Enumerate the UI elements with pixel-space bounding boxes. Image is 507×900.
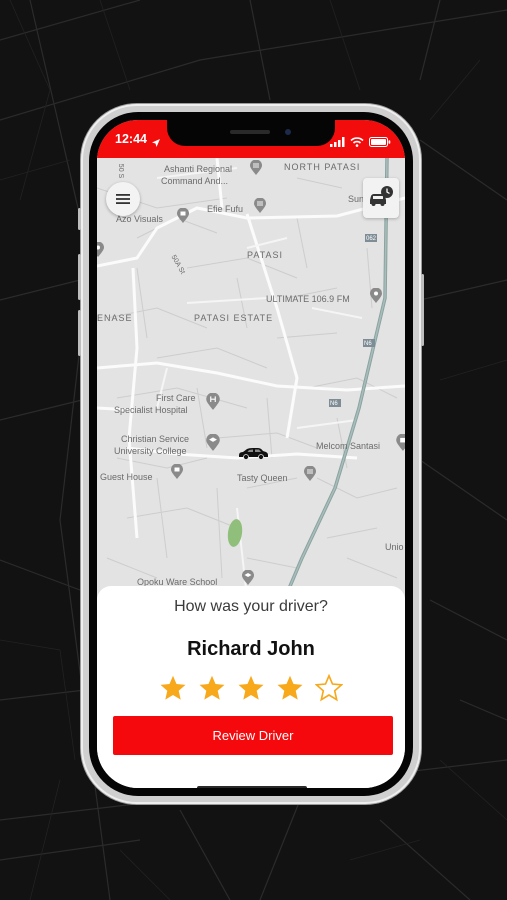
- restaurant-pin-icon: [249, 159, 263, 180]
- shop-pin-icon: [176, 207, 190, 228]
- map-roads: [97, 158, 405, 598]
- map-label-university-college: University College: [114, 446, 187, 456]
- location-pin-icon: [97, 241, 105, 262]
- map-label-first-care: First Care: [156, 393, 196, 403]
- map-view[interactable]: NORTH PATASI Ashanti Regional Command An…: [97, 158, 405, 598]
- school-pin-icon: [205, 433, 221, 456]
- location-arrow-icon: [151, 133, 161, 152]
- map-label-road-n6a: N6: [330, 401, 338, 407]
- map-label-tasty-queen: Tasty Queen: [237, 473, 288, 483]
- car-clock-icon: [368, 185, 394, 211]
- side-button-left-3: [78, 310, 81, 356]
- star-filled-icon[interactable]: [237, 674, 265, 702]
- status-time: 12:44: [115, 132, 147, 146]
- map-label-patasi-estate: PATASI ESTATE: [194, 313, 274, 323]
- hamburger-icon: [115, 190, 131, 209]
- star-empty-icon[interactable]: [315, 674, 343, 702]
- map-label-sun: Sun: [348, 194, 365, 204]
- map-label-command-and: Command And...: [161, 176, 229, 186]
- star-rating[interactable]: [97, 674, 405, 702]
- map-label-melcom: Melcom Santasi: [316, 441, 381, 451]
- side-button-left-1: [78, 208, 81, 230]
- driver-car-icon: [237, 445, 269, 464]
- hospital-pin-icon: [205, 392, 221, 415]
- wifi-icon: [350, 132, 364, 151]
- map-label-road-n6b: N6: [364, 341, 372, 347]
- map-label-denase: ENASE: [97, 313, 133, 323]
- phone-screen: 12:44 NORTH PATASI Ashanti Regional Comm…: [97, 120, 405, 788]
- phone-frame: 12:44 NORTH PATASI Ashanti Regional Comm…: [78, 104, 424, 804]
- map-label-guest-house: Guest House: [100, 472, 153, 482]
- location-pin-icon: [369, 287, 383, 308]
- map-label-ultimate-fm: ULTIMATE 106.9 FM: [266, 294, 350, 304]
- map-label-christian-service: Christian Service: [121, 434, 190, 444]
- shop-pin-icon: [395, 433, 405, 456]
- map-label-specialist-hospital: Specialist Hospital: [114, 405, 188, 415]
- battery-icon: [369, 132, 391, 151]
- signal-icon: [330, 132, 345, 151]
- camera: [285, 129, 291, 135]
- home-indicator: [197, 786, 307, 788]
- star-filled-icon[interactable]: [276, 674, 304, 702]
- restaurant-pin-icon: [303, 465, 317, 486]
- map-label-north-patasi: NORTH PATASI: [284, 162, 361, 172]
- rating-sheet: How was your driver? Richard John Review…: [97, 586, 405, 788]
- review-driver-button[interactable]: Review Driver: [113, 716, 393, 755]
- side-button-right: [421, 274, 424, 346]
- map-label-road-50: 50 S: [117, 163, 125, 179]
- ride-schedule-button[interactable]: [363, 178, 399, 218]
- map-label-union: Unio: [385, 542, 404, 552]
- star-filled-icon[interactable]: [159, 674, 187, 702]
- side-button-left-2: [78, 254, 81, 300]
- rating-question: How was your driver?: [174, 598, 328, 615]
- restaurant-pin-icon: [253, 197, 267, 218]
- status-bar: 12:44: [97, 120, 405, 158]
- star-filled-icon[interactable]: [198, 674, 226, 702]
- menu-button[interactable]: [106, 182, 140, 216]
- notch: [167, 120, 335, 146]
- map-label-ashanti-regional: Ashanti Regional: [164, 164, 233, 174]
- shop-pin-icon: [170, 463, 184, 484]
- driver-name: Richard John: [187, 638, 315, 660]
- speaker: [230, 130, 270, 134]
- map-label-efie-fufu: Efie Fufu: [207, 204, 244, 214]
- map-label-patasi: PATASI: [247, 250, 284, 260]
- map-label-road-062: 062: [366, 236, 377, 242]
